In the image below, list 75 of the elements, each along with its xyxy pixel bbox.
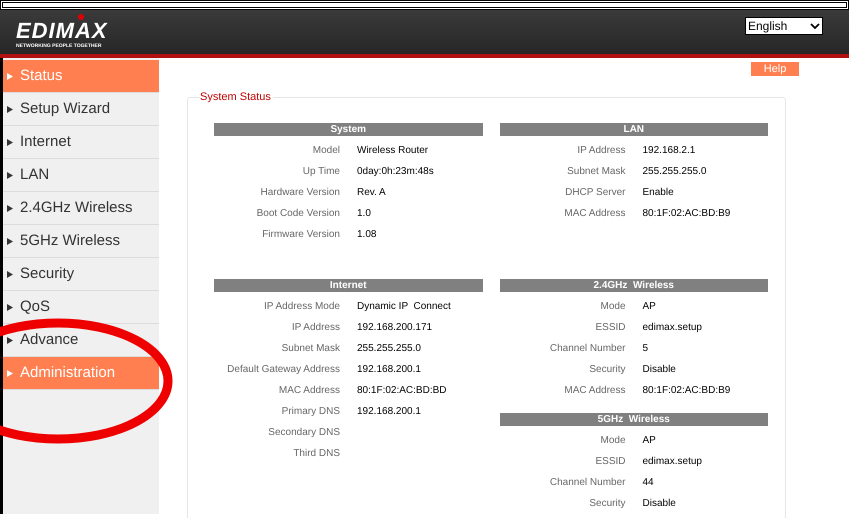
field-value: Rev. A [357,186,386,200]
field-label: DHCP Server [565,186,626,200]
section-header: Internet [214,279,482,292]
field-label: Secondary DNS [268,426,340,440]
field-value: edimax.setup [642,455,702,469]
sidebar-item[interactable]: 5GHz Wireless [3,225,159,258]
sidebar-item[interactable]: Internet [3,126,159,159]
field-label: Third DNS [293,447,340,461]
field-label: MAC Address [564,384,626,398]
language-select[interactable]: English [745,17,823,35]
panel-title: System Status [200,90,273,104]
field-label: Mode [600,300,626,314]
field-label: Security [589,497,626,511]
field-label: Channel Number [550,476,626,490]
section-header: 5GHz Wireless [500,413,768,426]
section-header: LAN [500,123,768,136]
field-value: 5 [642,342,648,356]
section-header: System [214,123,482,136]
field-label: Channel Number [550,342,626,356]
field-value: 80:1F:02:AC:BD:BD [357,384,446,398]
sidebar-item[interactable]: 2.4GHz Wireless [3,192,159,225]
triangle-icon [7,204,13,212]
field-value: Disable [642,363,676,377]
field-label: Up Time [302,165,340,179]
field-label: Boot Code Version [256,207,340,221]
field-label: Model [312,144,340,158]
field-value: 255.255.255.0 [357,342,421,356]
field-label: Default Gateway Address [227,363,340,377]
field-label: Primary DNS [282,405,340,419]
field-label: MAC Address [278,384,340,398]
field-value: 0day:0h:23m:48s [357,165,434,179]
triangle-icon [7,72,13,80]
triangle-icon [7,336,13,344]
field-label: Security [589,363,626,377]
field-value: 192.168.200.171 [357,321,432,335]
field-label: Subnet Mask [567,165,626,179]
field-value: 1.08 [357,228,376,242]
sidebar-item[interactable]: Setup Wizard [3,93,159,126]
field-label: Firmware Version [262,228,340,242]
triangle-icon [7,238,13,244]
triangle-icon [7,106,13,112]
triangle-icon [7,370,13,376]
triangle-icon [7,304,13,310]
field-label: Mode [600,434,626,448]
field-value: 192.168.200.1 [357,363,421,377]
field-value: Dynamic IP Connect [357,300,451,314]
sidebar-item[interactable]: QoS [3,291,159,324]
field-label: MAC Address [564,207,626,221]
section-header: 2.4GHz Wireless [500,279,768,292]
field-label: ESSID [595,455,626,469]
sidebar-item[interactable]: LAN [3,159,159,192]
sidebar-item[interactable]: Security [3,258,159,291]
triangle-icon [7,270,13,278]
field-label: Hardware Version [260,186,340,200]
field-value: AP [642,300,656,314]
triangle-icon [7,172,13,178]
field-value: 255.255.255.0 [642,165,706,179]
triangle-icon [7,138,13,146]
field-label: IP Address [577,144,626,158]
field-value: AP [642,434,656,448]
field-label: IP Address Mode [264,300,340,314]
field-value: 1.0 [357,207,371,221]
field-value: edimax.setup [642,321,702,335]
field-value: Wireless Router [357,144,428,158]
field-value: 192.168.2.1 [642,144,696,158]
chevron-down-icon [810,23,820,29]
field-value: 192.168.200.1 [357,405,421,419]
field-value: 80:1F:02:AC:BD:B9 [642,384,730,398]
field-value: 80:1F:02:AC:BD:B9 [642,207,730,221]
field-label: IP Address [292,321,340,335]
field-label: ESSID [595,321,626,335]
field-value: Enable [642,186,674,200]
field-value: 44 [642,476,654,490]
field-label: Subnet Mask [282,342,340,356]
field-value: Disable [642,497,676,511]
